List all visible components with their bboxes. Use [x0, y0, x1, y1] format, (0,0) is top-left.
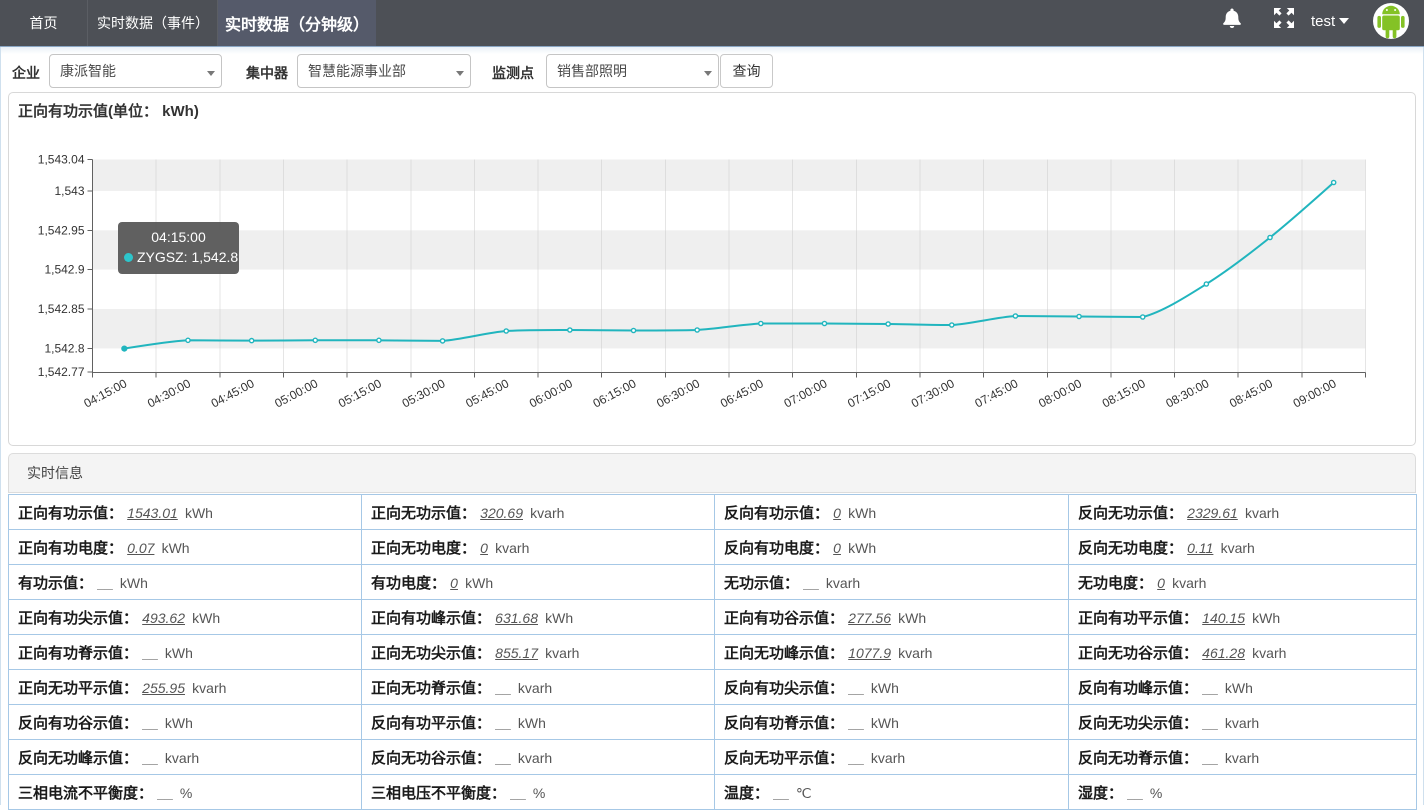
svg-text:08:45:00: 08:45:00 — [1227, 376, 1275, 410]
svg-text:07:15:00: 07:15:00 — [845, 376, 893, 410]
svg-text:1,542.8: 1,542.8 — [44, 341, 84, 355]
svg-text:1,543.04: 1,543.04 — [38, 153, 85, 167]
svg-text:1,542.77: 1,542.77 — [38, 365, 85, 379]
svg-text:05:00:00: 05:00:00 — [272, 376, 320, 410]
svg-text:06:00:00: 06:00:00 — [527, 376, 575, 410]
svg-text:04:45:00: 04:45:00 — [209, 376, 257, 410]
svg-text:08:00:00: 08:00:00 — [1036, 376, 1084, 410]
svg-text:06:30:00: 06:30:00 — [654, 376, 702, 410]
svg-text:06:45:00: 06:45:00 — [718, 376, 766, 410]
svg-text:07:00:00: 07:00:00 — [782, 376, 830, 410]
svg-text:05:30:00: 05:30:00 — [400, 376, 448, 410]
svg-text:1,542.9: 1,542.9 — [44, 263, 84, 277]
svg-text:08:30:00: 08:30:00 — [1163, 376, 1211, 410]
svg-text:07:30:00: 07:30:00 — [909, 376, 957, 410]
svg-text:1,543: 1,543 — [54, 184, 84, 198]
svg-text:05:45:00: 05:45:00 — [463, 376, 511, 410]
svg-text:06:15:00: 06:15:00 — [591, 376, 639, 410]
svg-text:09:00:00: 09:00:00 — [1291, 376, 1339, 410]
svg-text:1,542.85: 1,542.85 — [38, 302, 85, 316]
svg-text:07:45:00: 07:45:00 — [973, 376, 1021, 410]
svg-text:08:15:00: 08:15:00 — [1100, 376, 1148, 410]
svg-text:04:30:00: 04:30:00 — [145, 376, 193, 410]
svg-text:1,542.95: 1,542.95 — [38, 223, 85, 237]
svg-text:05:15:00: 05:15:00 — [336, 376, 384, 410]
svg-text:04:15:00: 04:15:00 — [81, 376, 129, 410]
